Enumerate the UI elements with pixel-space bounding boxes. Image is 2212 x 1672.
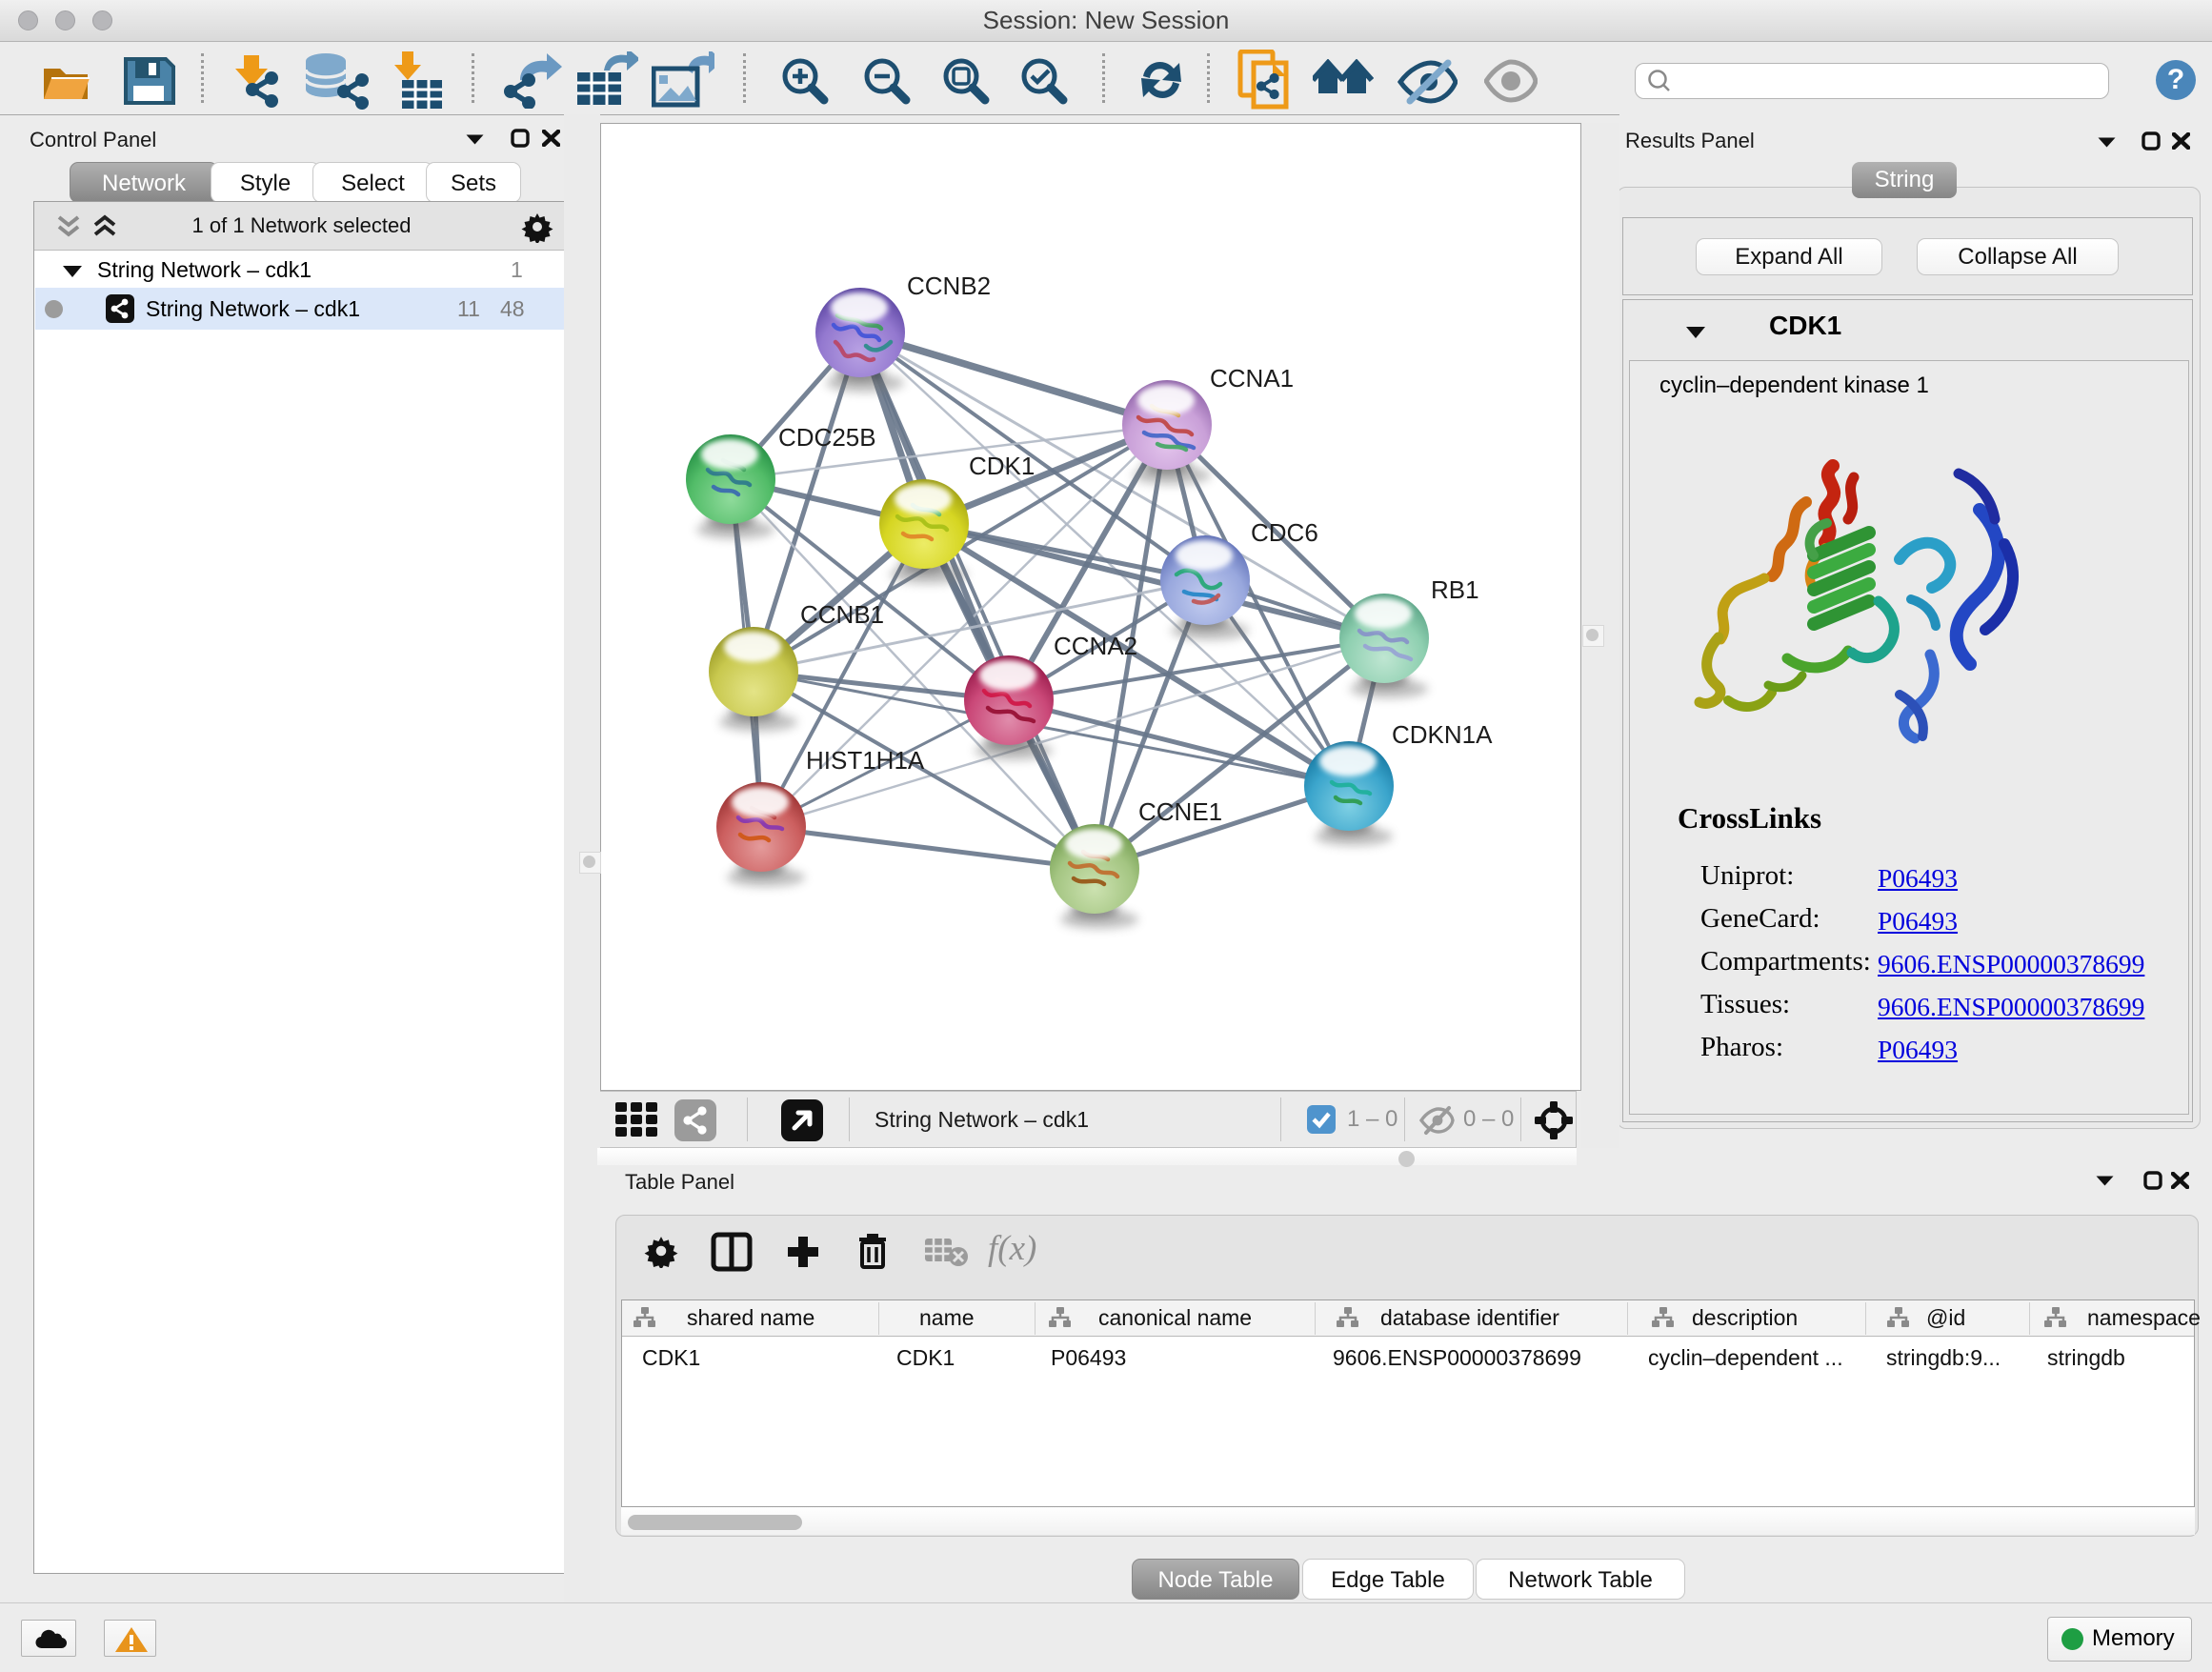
svg-text:CDC25B: CDC25B [778, 423, 876, 452]
svg-text:?: ? [2167, 64, 2184, 95]
svg-text:CCNB2: CCNB2 [907, 272, 991, 300]
svg-text:CCNA2: CCNA2 [1054, 632, 1137, 660]
svg-text:RB1: RB1 [1431, 575, 1479, 604]
svg-text:CCNB1: CCNB1 [800, 600, 884, 629]
svg-text:CDK1: CDK1 [969, 452, 1035, 480]
svg-text:CDC6: CDC6 [1251, 518, 1318, 547]
svg-text:HIST1H1A: HIST1H1A [806, 746, 925, 775]
svg-text:CCNA1: CCNA1 [1210, 364, 1294, 393]
svg-text:CCNE1: CCNE1 [1138, 797, 1222, 826]
svg-text:CDKN1A: CDKN1A [1392, 720, 1493, 749]
